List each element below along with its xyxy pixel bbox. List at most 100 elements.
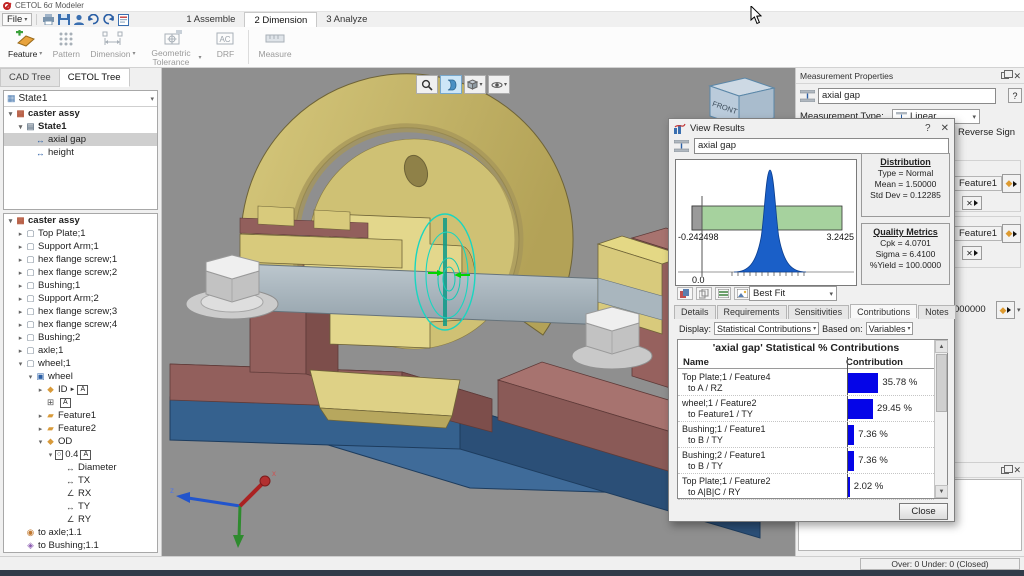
float-panel-icon[interactable]: [1001, 467, 1009, 474]
expander-open-icon[interactable]: ▾: [6, 110, 15, 118]
feature-chip-2[interactable]: Feature1: [954, 226, 1002, 241]
expander-closed-icon[interactable]: ▸: [16, 295, 25, 303]
tab-analyze[interactable]: 3 Analyze: [317, 12, 376, 27]
expander-open-icon[interactable]: ▾: [16, 123, 25, 131]
pick-feature-button-1[interactable]: ◆: [1002, 174, 1021, 193]
pick-feature-button-2[interactable]: ◆: [1002, 224, 1021, 243]
expander-closed-icon[interactable]: ▸: [16, 308, 25, 316]
measure-button[interactable]: Measure: [253, 27, 296, 67]
tab-details[interactable]: Details: [674, 305, 716, 319]
dialog-close-icon[interactable]: ✕: [941, 123, 949, 134]
clear-feature-button-2[interactable]: ✕: [962, 246, 982, 260]
table-row[interactable]: wheel;1 / Feature2to Feature1 / TY 29.45…: [678, 396, 934, 422]
table-row[interactable]: Bushing;1 / Feature1to B / TY 7.36 %: [678, 422, 934, 448]
measurement-name-input[interactable]: axial gap: [818, 88, 996, 104]
expander-closed-icon[interactable]: ▸: [36, 386, 45, 394]
pattern-button[interactable]: Pattern: [47, 27, 85, 67]
tree-item[interactable]: ↔TX: [4, 474, 157, 487]
clear-feature-button-1[interactable]: ✕: [962, 196, 982, 210]
table-scrollbar[interactable]: ▲ ▼: [934, 340, 947, 498]
orbit-icon[interactable]: ▾: [488, 75, 510, 94]
tree-item[interactable]: ∠RX: [4, 487, 157, 500]
expander-closed-icon[interactable]: ▸: [16, 269, 25, 277]
tree-item[interactable]: ▸▢hex flange screw;4: [4, 318, 157, 331]
close-panel-icon[interactable]: ✕: [1013, 466, 1021, 474]
feature-button[interactable]: Feature▾: [3, 27, 47, 67]
expander-closed-icon[interactable]: ▸: [16, 347, 25, 355]
section-icon[interactable]: [440, 75, 462, 94]
flag-icon[interactable]: [696, 287, 712, 300]
table-row[interactable]: Bushing;2 / Feature1to B / TY 7.36 %: [678, 448, 934, 474]
table-row[interactable]: Top Plate;1 / Feature2to A|B|C / RY 2.02…: [678, 474, 934, 500]
tree-item[interactable]: ▸▢hex flange screw;2: [4, 266, 157, 279]
expander-open-icon[interactable]: ▾: [36, 438, 45, 446]
help-button[interactable]: ?: [1008, 88, 1022, 103]
tree-item[interactable]: ▸▰Feature2: [4, 422, 157, 435]
tree-item[interactable]: ▾○0.4A: [4, 448, 157, 461]
tree-item[interactable]: ▸▢hex flange screw;3: [4, 305, 157, 318]
redo-icon[interactable]: [101, 13, 116, 26]
expander-closed-icon[interactable]: ▸: [36, 412, 45, 420]
tree-item[interactable]: ▸◆ID►A: [4, 383, 157, 396]
image-export-icon[interactable]: [734, 287, 750, 300]
display-select[interactable]: Statistical Contributions▾: [714, 322, 819, 335]
user-icon[interactable]: [71, 13, 86, 26]
tree-item[interactable]: ▾▢wheel;1: [4, 357, 157, 370]
print-icon[interactable]: [41, 13, 56, 26]
copy-results-icon[interactable]: [677, 287, 693, 300]
tab-contributions[interactable]: Contributions: [850, 304, 917, 318]
close-button[interactable]: Close: [899, 503, 948, 520]
dialog-title-bar[interactable]: View Results ?✕: [669, 119, 954, 137]
save-icon[interactable]: [56, 13, 71, 26]
tree-item[interactable]: ↔TY: [4, 500, 157, 513]
float-panel-icon[interactable]: [1001, 72, 1009, 79]
expander-open-icon[interactable]: ▾: [16, 360, 25, 368]
tree-item[interactable]: ▸▢Support Arm;2: [4, 292, 157, 305]
zoom-icon[interactable]: [416, 75, 438, 94]
expander-closed-icon[interactable]: ▸: [16, 282, 25, 290]
tree-item[interactable]: ▾▤State1: [4, 120, 157, 133]
dialog-help-icon[interactable]: ?: [925, 123, 931, 134]
tree-item[interactable]: ▸▢hex flange screw;1: [4, 253, 157, 266]
tree-item[interactable]: ▸▢Top Plate;1: [4, 227, 157, 240]
tree-item[interactable]: ◈to Bushing;1.1: [4, 539, 157, 552]
tab-sensitivities[interactable]: Sensitivities: [788, 305, 850, 319]
file-button[interactable]: File▾: [2, 13, 32, 26]
tree-item[interactable]: ▸▰Feature1: [4, 409, 157, 422]
tree-item[interactable]: ▾▦caster assy: [4, 107, 157, 120]
dialog-measurement-input[interactable]: axial gap: [694, 138, 949, 154]
tab-notes[interactable]: Notes: [918, 305, 956, 319]
scroll-up-icon[interactable]: ▲: [935, 340, 948, 353]
undo-icon[interactable]: [86, 13, 101, 26]
expander-open-icon[interactable]: ▾: [26, 373, 35, 381]
view-results-dialog[interactable]: View Results ?✕ axial gap: [668, 118, 955, 522]
close-panel-icon[interactable]: ✕: [1013, 72, 1021, 80]
chevron-down-icon[interactable]: ▾: [1017, 306, 1021, 314]
scroll-down-icon[interactable]: ▼: [935, 485, 948, 498]
state-selector[interactable]: ▦ State1 ▾: [4, 91, 157, 107]
fit-type-select[interactable]: Best Fit ▾: [749, 286, 837, 301]
tab-assemble[interactable]: 1 Assemble: [177, 12, 244, 27]
geometric-tolerance-button[interactable]: Geometric Tolerance▾: [140, 27, 206, 67]
tree-item[interactable]: ⊞A: [4, 396, 157, 409]
tree-item[interactable]: ▸▢Support Arm;1: [4, 240, 157, 253]
limits-view-icon[interactable]: [715, 287, 731, 300]
tree-item[interactable]: ◉to axle;1.1: [4, 526, 157, 539]
table-row[interactable]: Top Plate;1 / Feature4to A / RZ 35.78 %: [678, 370, 934, 396]
expander-open-icon[interactable]: ▾: [6, 217, 15, 225]
tab-dimension[interactable]: 2 Dimension: [244, 12, 317, 27]
tree-item[interactable]: ↔Diameter: [4, 461, 157, 474]
expander-closed-icon[interactable]: ▸: [16, 243, 25, 251]
tree-item[interactable]: ▸▢Bushing;2: [4, 331, 157, 344]
expander-closed-icon[interactable]: ▸: [16, 321, 25, 329]
tree-item[interactable]: ▾▦caster assy: [4, 214, 157, 227]
tree-item[interactable]: ↔axial gap: [4, 133, 157, 146]
tree-item[interactable]: ▾▣wheel: [4, 370, 157, 383]
drf-button[interactable]: AC DRF: [206, 27, 244, 67]
expander-closed-icon[interactable]: ▸: [16, 334, 25, 342]
tree-item[interactable]: ∠RY: [4, 513, 157, 526]
report-icon[interactable]: [116, 13, 131, 26]
expander-closed-icon[interactable]: ▸: [16, 230, 25, 238]
tab-requirements[interactable]: Requirements: [717, 305, 787, 319]
views-icon[interactable]: ▾: [464, 75, 486, 94]
